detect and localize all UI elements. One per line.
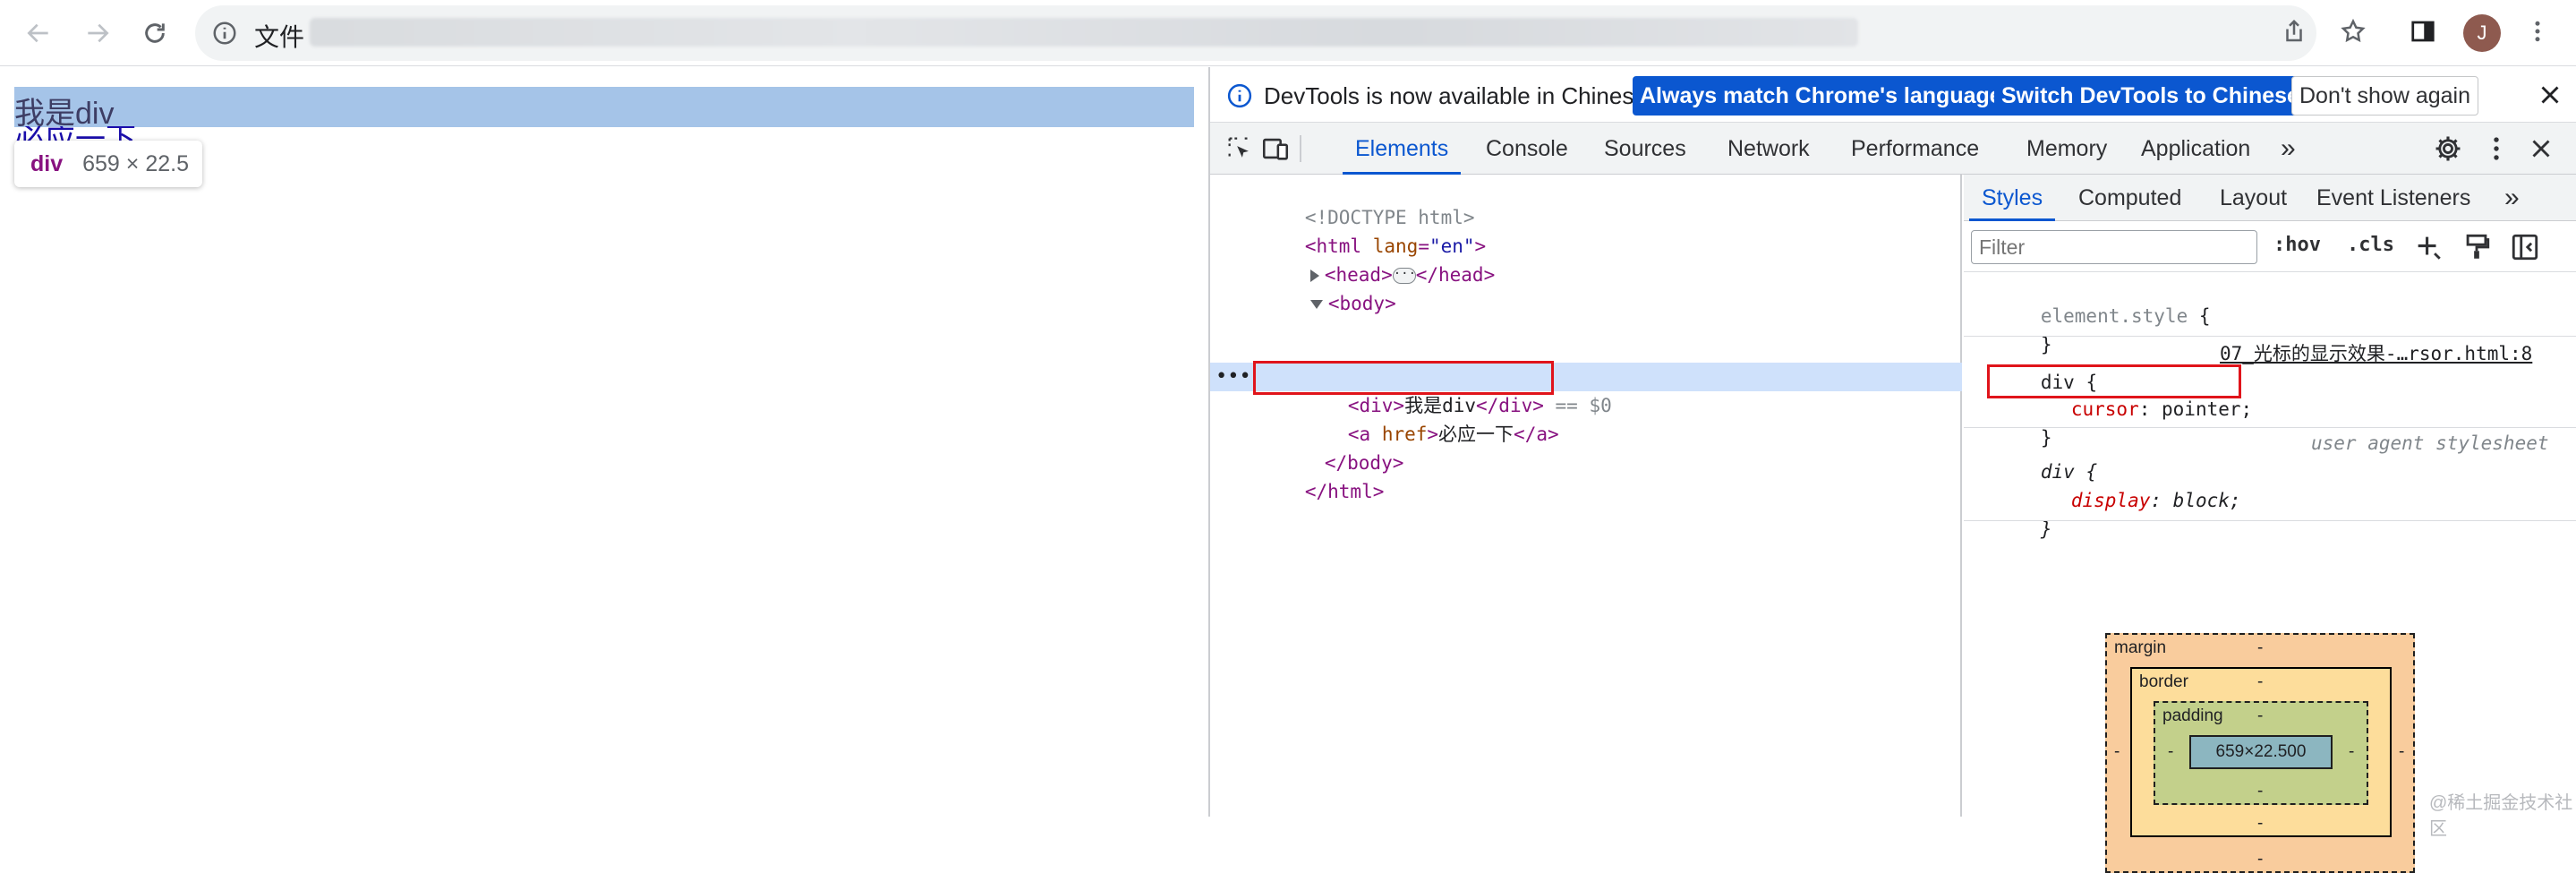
share-icon[interactable]: [2281, 18, 2309, 47]
inspected-element-highlight: [14, 87, 1194, 127]
devtools-panel: DevTools is now available in Chinese! Al…: [1208, 67, 2576, 873]
tab-sources[interactable]: Sources: [1591, 123, 1699, 175]
tab-network[interactable]: Network: [1715, 123, 1822, 175]
paint-brush-icon[interactable]: [2461, 232, 2490, 261]
toolbar-divider: [1300, 135, 1301, 162]
kebab-menu-icon[interactable]: [2524, 18, 2553, 47]
more-tabs-button[interactable]: »: [2268, 123, 2308, 175]
inspect-tooltip: div 659 × 22.5: [14, 141, 202, 187]
browser-toolbar: 文件 J: [0, 0, 2576, 66]
tab-computed[interactable]: Computed: [2066, 175, 2194, 221]
styles-divider: [1964, 520, 2576, 521]
omnibox-scheme-label: 文件: [254, 23, 305, 51]
close-devtools-icon[interactable]: [2526, 133, 2556, 164]
styles-divider: [1964, 271, 2576, 272]
infobar-message: DevTools is now available in Chinese!: [1264, 82, 1654, 109]
more-styles-tabs-button[interactable]: »: [2492, 175, 2532, 221]
node-actions-dots[interactable]: •••: [1215, 363, 1251, 391]
tab-performance[interactable]: Performance: [1838, 123, 1992, 175]
ua-div-rule-close: }: [2040, 518, 2052, 540]
dom-body-line[interactable]: <body>: [1242, 261, 1396, 347]
info-icon: [1226, 82, 1253, 109]
tooltip-dimensions: 659 × 22.5: [82, 150, 189, 176]
styles-divider: [1964, 336, 2576, 337]
cls-toggle[interactable]: .cls: [2347, 234, 2394, 256]
tab-application[interactable]: Application: [2128, 123, 2263, 175]
language-infobar: DevTools is now available in Chinese! Al…: [1210, 67, 2576, 123]
tab-elements[interactable]: Elements: [1343, 123, 1462, 175]
tab-console[interactable]: Console: [1473, 123, 1581, 175]
profile-avatar[interactable]: J: [2463, 14, 2501, 52]
new-style-rule-icon[interactable]: [2413, 232, 2442, 261]
styles-tabbar: Styles Computed Layout Event Listeners »: [1964, 175, 2576, 221]
reload-icon[interactable]: [136, 14, 174, 52]
always-match-language-button[interactable]: Always match Chrome's language: [1633, 76, 2009, 116]
address-bar[interactable]: 文件: [195, 5, 2316, 61]
inspect-element-icon[interactable]: [1224, 133, 1255, 164]
page-link[interactable]: 必应一下: [14, 126, 136, 141]
side-panel-icon[interactable]: [2410, 18, 2438, 47]
close-icon[interactable]: [2535, 80, 2565, 110]
settings-gear-icon[interactable]: [2433, 133, 2463, 164]
dom-html-close-line[interactable]: </html>: [1237, 449, 1385, 535]
ua-stylesheet-label: user agent stylesheet: [2311, 432, 2549, 454]
back-arrow-icon[interactable]: [20, 14, 57, 52]
tab-event-listeners[interactable]: Event Listeners: [2304, 175, 2483, 221]
box-model-content[interactable]: 659×22.500: [2189, 735, 2333, 769]
dont-show-again-button[interactable]: Don't show again: [2291, 76, 2479, 116]
page-viewport: 我是div 必应一下 div 659 × 22.5: [0, 67, 1208, 817]
device-toolbar-icon[interactable]: [1260, 133, 1291, 164]
tab-styles[interactable]: Styles: [1969, 175, 2056, 221]
forward-arrow-icon[interactable]: [79, 14, 116, 52]
devtools-menu-icon[interactable]: [2481, 133, 2512, 164]
switch-to-chinese-button[interactable]: Switch DevTools to Chinese: [1994, 76, 2307, 116]
collapse-triangle-icon[interactable]: [1309, 300, 1323, 309]
toggle-sidebar-icon[interactable]: [2510, 232, 2538, 261]
elements-dom-tree: ••• <!DOCTYPE html> <html lang="en"> <he…: [1210, 175, 1962, 817]
blurred-url: [310, 18, 1858, 47]
rule-source-link[interactable]: 07_光标的显示效果-…rsor.html:8: [2220, 339, 2532, 368]
hov-toggle[interactable]: :hov: [2273, 234, 2321, 256]
styles-pane: Styles Computed Layout Event Listeners »…: [1964, 175, 2576, 873]
styles-filter-input[interactable]: [1971, 230, 2257, 264]
bookmark-star-icon[interactable]: [2340, 18, 2368, 47]
tab-memory[interactable]: Memory: [2014, 123, 2120, 175]
tooltip-tag-name: div: [30, 150, 64, 176]
info-icon[interactable]: [211, 20, 238, 47]
tab-layout[interactable]: Layout: [2207, 175, 2299, 221]
watermark: @稀土掘金技术社区: [2429, 793, 2573, 839]
devtools-tabbar: Elements Console Sources Network Perform…: [1210, 123, 2576, 175]
styles-divider: [1964, 427, 2576, 428]
